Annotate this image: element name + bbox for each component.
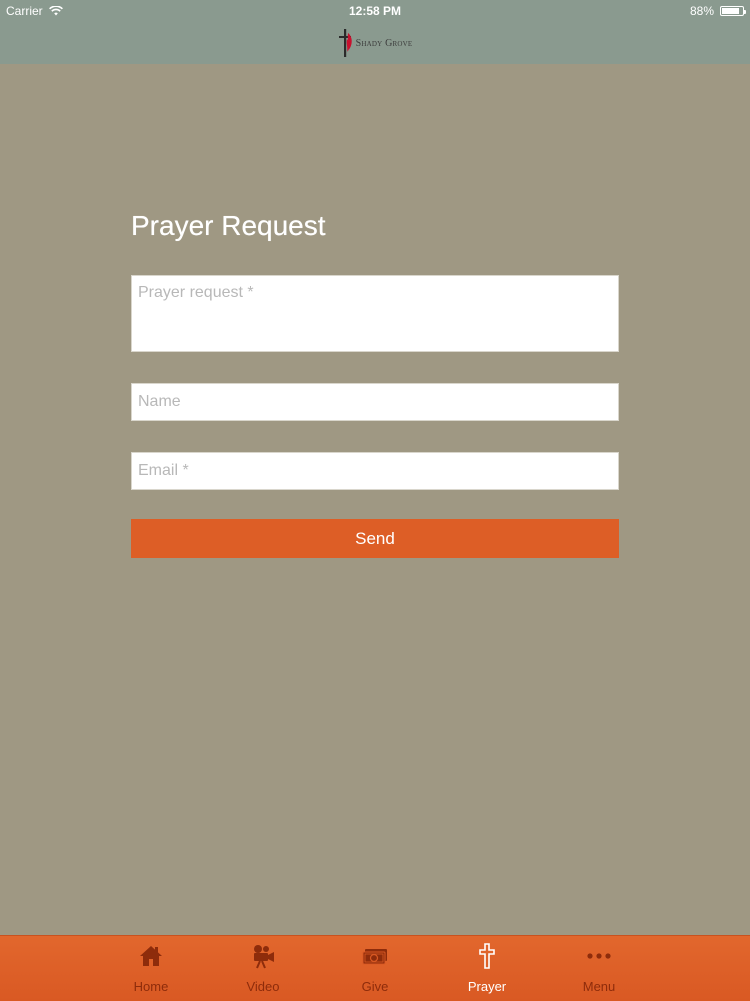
- battery-level: [722, 8, 740, 14]
- prayer-form: Prayer Request Send: [131, 210, 619, 558]
- tab-home-label: Home: [133, 979, 169, 994]
- tab-home[interactable]: Home: [95, 936, 207, 1001]
- tab-video-label: Video: [246, 979, 280, 994]
- tab-video[interactable]: Video: [207, 936, 319, 1001]
- tab-give[interactable]: Give: [319, 936, 431, 1001]
- money-icon: [362, 949, 387, 965]
- tab-give-label: Give: [361, 979, 389, 994]
- tab-prayer-label: Prayer: [467, 979, 507, 994]
- tab-bar: Home Video Give Prayer Menu: [0, 935, 750, 1001]
- more-icon: [587, 953, 611, 959]
- prayer-request-input[interactable]: [131, 275, 619, 352]
- name-input[interactable]: [131, 383, 619, 421]
- nav-bar: Shady Grove: [0, 22, 750, 64]
- tab-menu-label: Menu: [582, 979, 616, 994]
- battery-icon: [720, 6, 746, 16]
- cross-flame-icon: [338, 29, 352, 57]
- status-bar: Carrier 12:58 PM 88%: [0, 0, 750, 22]
- battery-info: 88%: [689, 4, 746, 18]
- clock: 12:58 PM: [348, 4, 402, 18]
- home-icon: [140, 946, 162, 966]
- tab-menu[interactable]: Menu: [543, 936, 655, 1001]
- tab-prayer[interactable]: Prayer: [431, 936, 543, 1001]
- send-button[interactable]: Send: [131, 519, 619, 558]
- battery-percent: 88%: [689, 4, 714, 18]
- logo-text: Shady Grove: [355, 37, 413, 49]
- page-title: Prayer Request: [131, 210, 326, 241]
- video-camera-icon: [254, 945, 274, 969]
- church-logo: Shady Grove: [338, 27, 413, 59]
- cross-icon: [479, 943, 495, 969]
- email-input[interactable]: [131, 452, 619, 490]
